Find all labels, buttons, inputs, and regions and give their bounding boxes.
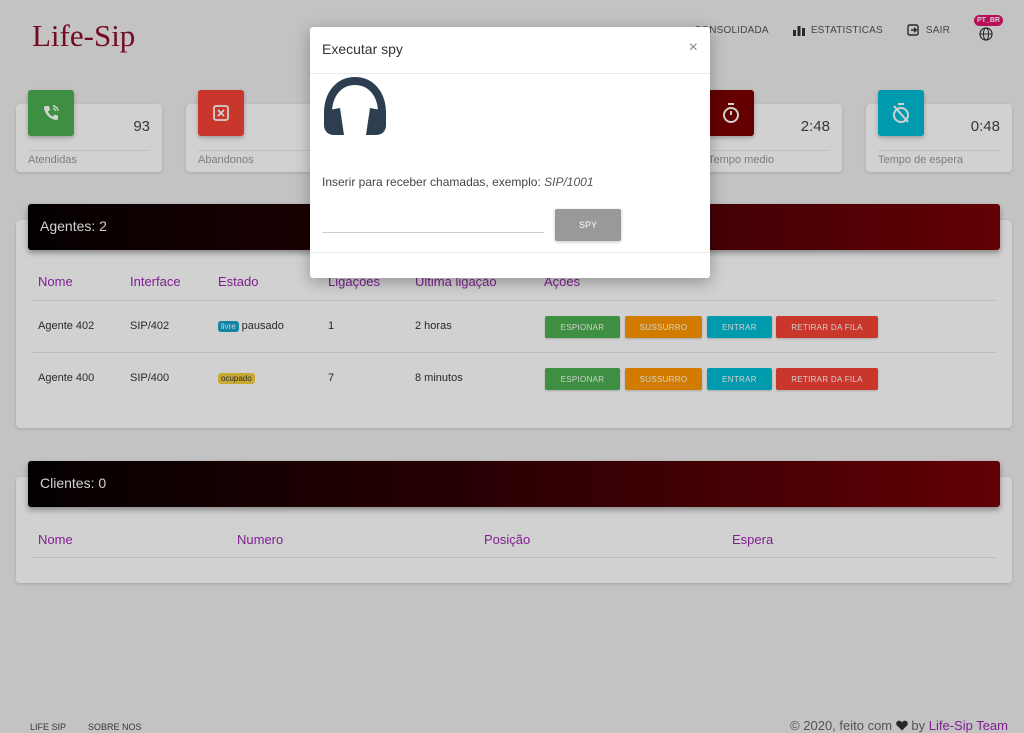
sip-input[interactable] (322, 213, 544, 233)
modal-title: Executar spy (322, 41, 403, 57)
modal-instruction: Inserir para receber chamadas, exemplo: … (322, 175, 594, 189)
divider (310, 252, 710, 253)
spy-modal: Executar spy × Inserir para receber cham… (310, 27, 710, 278)
spy-button[interactable]: SPY (555, 209, 621, 241)
divider (310, 73, 710, 74)
headset-icon (324, 76, 386, 135)
close-icon[interactable]: × (689, 39, 698, 57)
instruction-text: Inserir para receber chamadas, exemplo: (322, 175, 541, 189)
instruction-example: SIP/1001 (544, 175, 594, 189)
